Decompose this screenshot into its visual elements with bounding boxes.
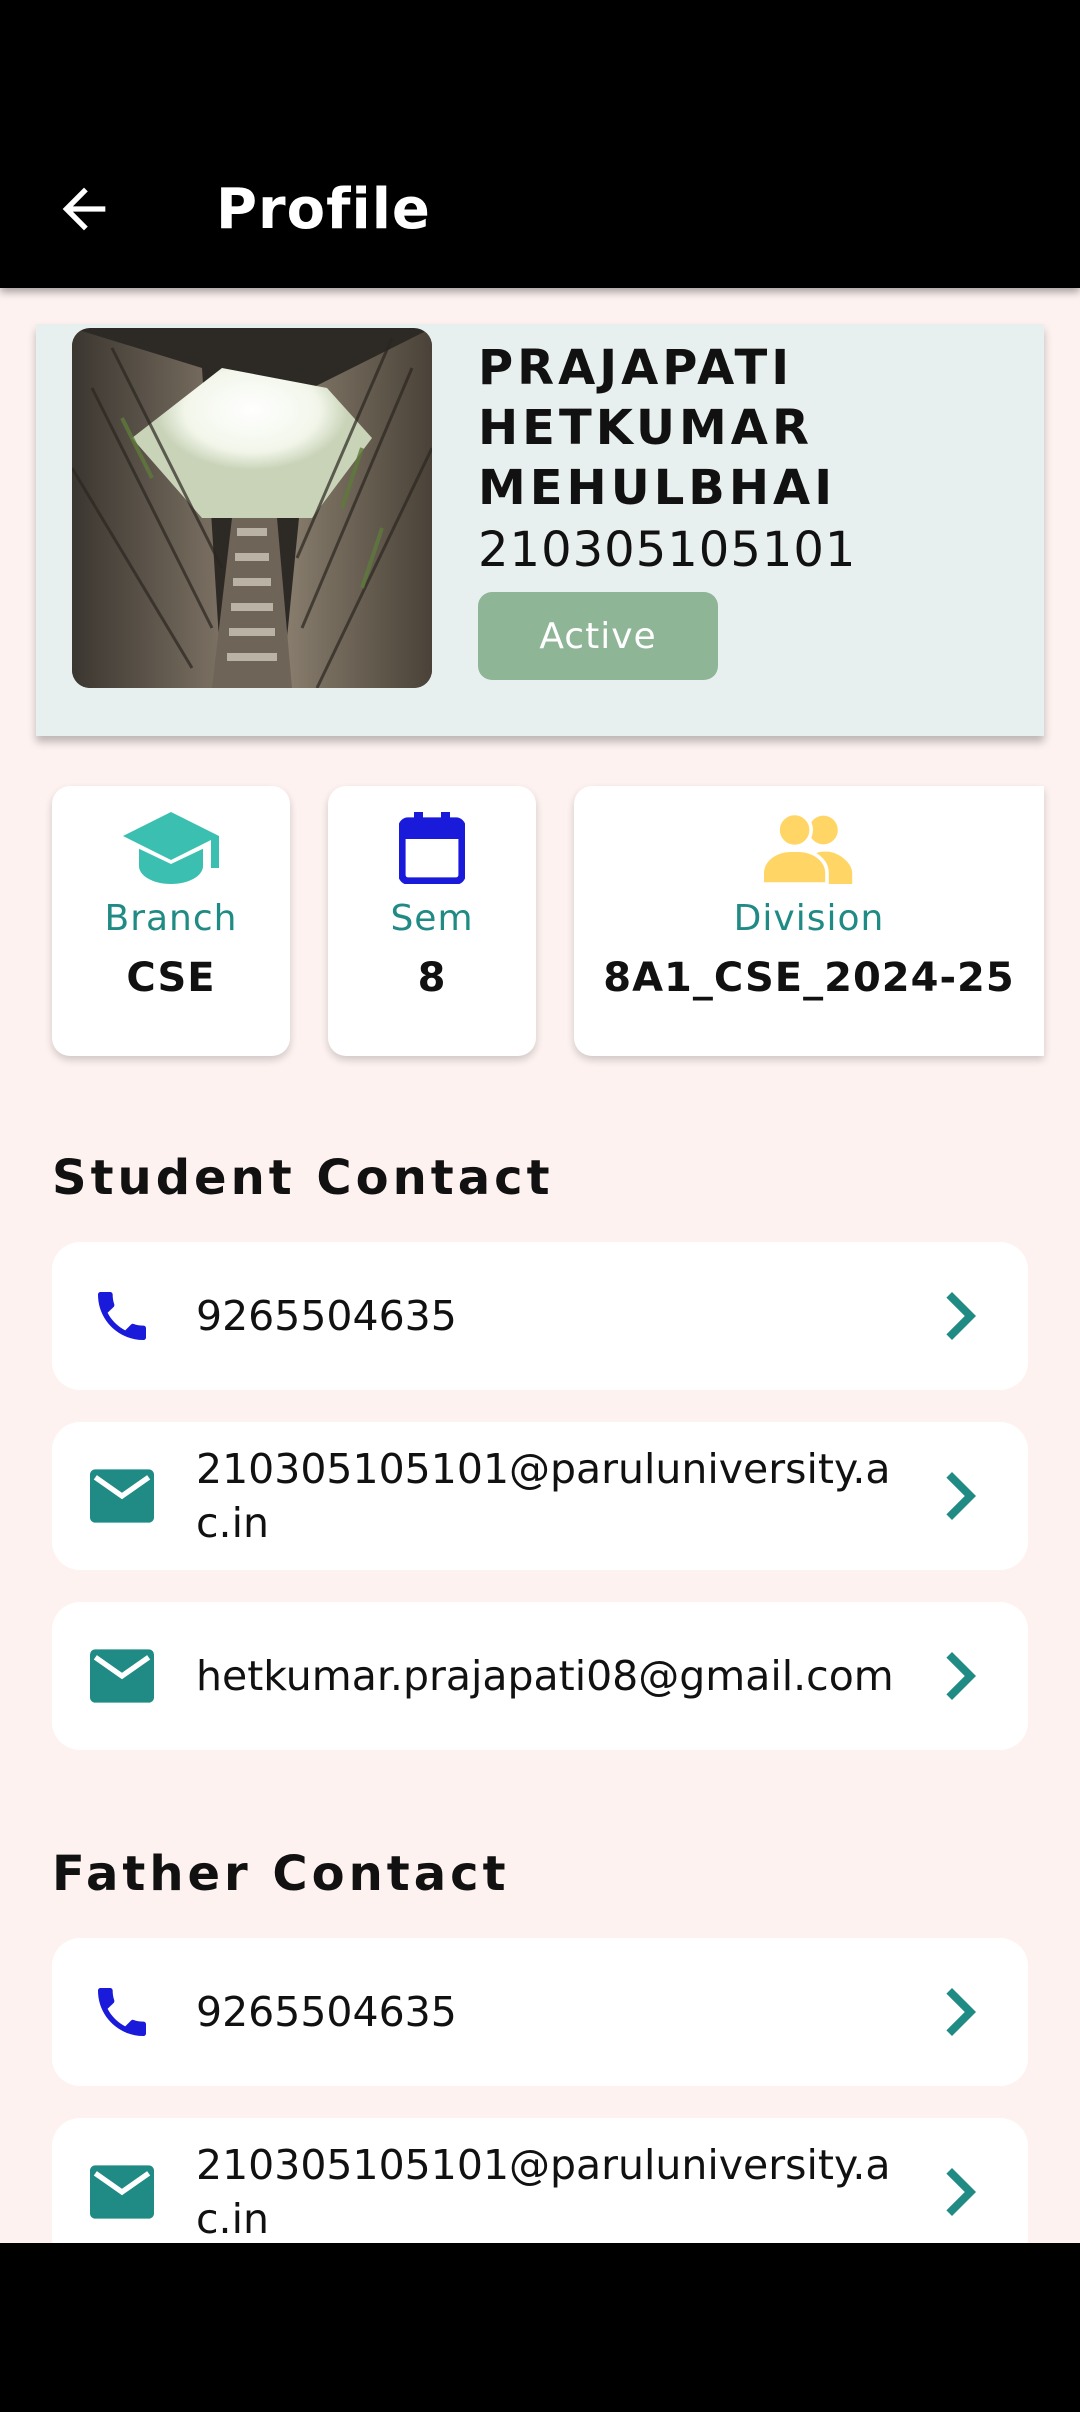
phone-icon — [84, 1974, 160, 2050]
branch-value: CSE — [126, 955, 216, 1001]
profile-photo — [72, 328, 432, 688]
mail-icon — [84, 2154, 160, 2230]
system-navigation-bar — [0, 2280, 1080, 2412]
semester-card: Sem 8 — [328, 786, 536, 1056]
mail-icon — [84, 1638, 160, 1714]
branch-label: Branch — [104, 898, 238, 939]
division-label: Division — [733, 898, 885, 939]
student-university-email-row[interactable]: 210305105101@paruluniversity.ac.in — [52, 1422, 1028, 1570]
student-phone-row[interactable]: 9265504635 — [52, 1242, 1028, 1390]
status-bar — [0, 0, 1080, 130]
chevron-right-icon — [946, 1988, 976, 2036]
back-button[interactable] — [28, 153, 140, 265]
father-phone-row[interactable]: 9265504635 — [52, 1938, 1028, 2086]
enrollment-number: 210305105101 — [478, 522, 857, 578]
father-email-text: 210305105101@paruluniversity.ac.in — [196, 2141, 891, 2243]
graduation-cap-icon — [123, 808, 219, 888]
mail-icon — [84, 1458, 160, 1534]
semester-value: 8 — [417, 955, 447, 1001]
chevron-right-icon — [946, 1652, 976, 1700]
status-badge: Active — [478, 592, 718, 680]
phone-icon — [84, 1278, 160, 1354]
chevron-right-icon — [946, 1292, 976, 1340]
chevron-right-icon — [946, 2168, 976, 2216]
father-contact-title: Father Contact — [52, 1846, 510, 1902]
student-name: PRAJAPATI HETKUMAR MEHULBHAI — [478, 340, 837, 516]
app-bar: Profile — [0, 130, 1080, 288]
student-phone-text: 9265504635 — [196, 1292, 457, 1340]
profile-content[interactable]: PRAJAPATI HETKUMAR MEHULBHAI 21030510510… — [0, 288, 1080, 2243]
student-personal-email-text: hetkumar.prajapati08@gmail.com — [196, 1652, 894, 1700]
calendar-icon — [399, 808, 465, 888]
group-icon — [762, 808, 856, 888]
student-university-email-text: 210305105101@paruluniversity.ac.in — [196, 1445, 891, 1547]
chevron-right-icon — [946, 1472, 976, 1520]
semester-label: Sem — [390, 898, 474, 939]
father-email-row[interactable]: 210305105101@paruluniversity.ac.in — [52, 2118, 1028, 2243]
arrow-back-icon — [62, 187, 106, 231]
page-title: Profile — [216, 176, 431, 242]
profile-card: PRAJAPATI HETKUMAR MEHULBHAI 21030510510… — [36, 324, 1044, 736]
student-contact-title: Student Contact — [52, 1150, 554, 1206]
division-value: 8A1_CSE_2024-25 — [603, 955, 1015, 1001]
branch-card: Branch CSE — [52, 786, 290, 1056]
division-card: Division 8A1_CSE_2024-25 — [574, 786, 1044, 1056]
student-personal-email-row[interactable]: hetkumar.prajapati08@gmail.com — [52, 1602, 1028, 1750]
father-phone-text: 9265504635 — [196, 1988, 457, 2036]
